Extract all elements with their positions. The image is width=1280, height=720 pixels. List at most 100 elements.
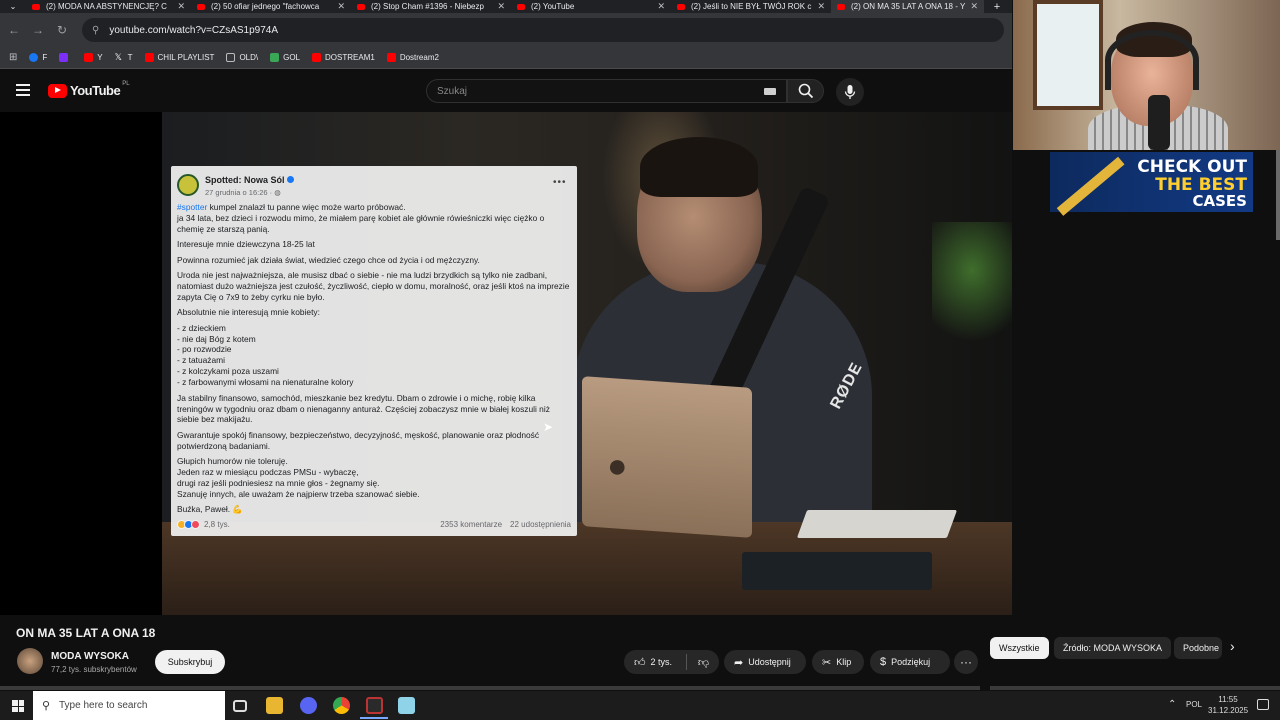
facebook-post-screenshot: Spotted: Nowa Sól 27 grudnia o 16:26 · ◍… (171, 166, 577, 536)
more-actions-button[interactable]: ··· (954, 650, 978, 674)
new-tab-button[interactable]: + (984, 0, 1010, 13)
close-icon[interactable]: ✕ (173, 1, 185, 12)
super-thanks-icon: $ (880, 656, 887, 668)
thanks-button[interactable]: $ Podziękuj (870, 650, 950, 674)
apple-logo-icon: ● (607, 447, 628, 485)
mouse-cursor-icon: ➤ (543, 420, 554, 434)
file-explorer-icon[interactable] (266, 697, 283, 714)
page-avatar (177, 174, 199, 196)
url-field[interactable]: ⚲ youtube.com/watch?v=CZsAS1p974A (82, 18, 1004, 42)
site-info-icon[interactable]: ⚲ (92, 25, 99, 36)
language-indicator[interactable]: POL (1186, 700, 1202, 709)
microphone-image (1148, 95, 1170, 150)
chevron-up-icon[interactable]: ⌃ (1168, 699, 1176, 710)
taskbar-search-input[interactable]: ⚲ Type here to search (33, 691, 225, 720)
channel-avatar[interactable] (17, 648, 43, 674)
page-scrollbar[interactable] (1276, 150, 1280, 240)
close-icon[interactable]: ✕ (333, 1, 345, 12)
chrome-icon[interactable] (333, 697, 350, 714)
youtube-play-icon (48, 83, 67, 98)
channel-name[interactable]: MODA WYSOKA (51, 651, 129, 662)
active-app-indicator (360, 717, 388, 719)
clock[interactable]: 11:55 31.12.2025 (1208, 694, 1248, 716)
youtube-favicon-icon (837, 3, 845, 10)
youtube-favicon-icon (357, 3, 365, 10)
thumbs-up-icon: 👍︎ (634, 656, 646, 669)
task-view-icon[interactable] (233, 700, 247, 712)
bookmark-item[interactable]: 𝕏T (114, 52, 133, 63)
search-button[interactable] (787, 79, 824, 103)
bookmark-item[interactable]: Y (84, 53, 103, 62)
horizontal-scrollbar[interactable] (990, 686, 1280, 690)
browser-tab[interactable]: (2) Stop Cham #1396 - Niebezp ✕ (351, 0, 511, 13)
youtube-icon (386, 53, 396, 62)
close-icon[interactable]: ✕ (813, 1, 825, 12)
like-button[interactable]: 👍︎ 2 tys. 👎︎ (624, 650, 719, 674)
close-icon[interactable]: ✕ (966, 1, 978, 12)
youtube-icon (312, 53, 322, 62)
youtube-logo[interactable]: YouTube PL (48, 81, 130, 98)
bookmark-item[interactable] (59, 53, 72, 62)
apps-grid-icon[interactable]: ⊞ (9, 52, 17, 63)
tab-search-menu[interactable]: ⌄ (0, 0, 26, 13)
horizontal-scrollbar[interactable] (0, 686, 980, 690)
sponsor-banner: CHECK OUT THE BEST CASES (1050, 152, 1253, 216)
bookmark-folder[interactable]: OLD\ (226, 53, 258, 62)
notepad-icon[interactable] (398, 697, 415, 714)
like-divider (686, 654, 687, 670)
chip-similar[interactable]: Podobne (1174, 637, 1222, 659)
x-icon: 𝕏 (114, 52, 122, 62)
obs-icon[interactable] (366, 697, 383, 714)
browser-tab[interactable]: (2) MODA NA ABSTYNENCJĘ? C ✕ (26, 0, 191, 13)
thumbs-down-icon[interactable]: 👎︎ (698, 656, 709, 669)
bookmarks-bar: ⊞ F Y 𝕏T CHIL PLAYLIST OLD\ GOL DOSTREAM… (0, 47, 1012, 69)
forward-arrow-icon[interactable]: → (26, 23, 50, 37)
microphone-icon (844, 85, 856, 99)
browser-tab[interactable]: (2) 50 ofiar jednego "fachowca ✕ (191, 0, 351, 13)
close-icon[interactable]: ✕ (493, 1, 505, 12)
gol-icon (270, 53, 280, 62)
subscribe-button[interactable]: Subskrybuj (155, 650, 225, 674)
browser-tab[interactable]: (2) Jeśli to NIE BYŁ TWÓJ ROK c ✕ (671, 0, 831, 13)
menu-icon[interactable] (16, 84, 30, 96)
folder-icon (226, 53, 236, 62)
reload-icon[interactable]: ↻ (50, 23, 74, 37)
love-reaction-icon (191, 520, 200, 529)
youtube-favicon-icon (677, 3, 685, 10)
voice-search-button[interactable] (836, 78, 864, 106)
globe-icon: ◍ (274, 188, 281, 197)
search-input[interactable]: Szukaj (426, 79, 787, 103)
close-icon[interactable]: ✕ (653, 1, 665, 12)
bookmark-item[interactable]: Dostream2 (386, 53, 439, 62)
keyboard-icon[interactable] (764, 88, 776, 95)
streamer-webcam (1013, 0, 1280, 150)
address-bar-row: ← → ↻ ⚲ youtube.com/watch?v=CZsAS1p974A (0, 13, 1012, 47)
share-arrow-icon: ➦ (734, 656, 744, 669)
verified-badge-icon (287, 176, 294, 183)
chevron-right-icon[interactable]: › (1230, 638, 1235, 654)
browser-tab[interactable]: (2) YouTube ✕ (511, 0, 671, 13)
windows-start-icon[interactable] (12, 700, 24, 712)
chevron-down-icon: ⌄ (9, 2, 17, 11)
more-options-icon: ••• (553, 177, 567, 188)
bookmark-item[interactable]: DOSTREAM1 (312, 53, 375, 62)
video-title: ON MA 35 LAT A ONA 18 (16, 626, 156, 640)
plant-image (932, 222, 1012, 342)
bookmark-item[interactable]: CHIL PLAYLIST (144, 53, 214, 62)
chip-source[interactable]: Źródło: MODA WYSOKA (1054, 637, 1172, 659)
browser-tab-active[interactable]: (2) ON MA 35 LAT A ONA 18 - Y ✕ (831, 0, 984, 13)
youtube-favicon-icon (517, 3, 525, 10)
subscriber-count: 77,2 tys. subskrybentów (51, 665, 137, 674)
notification-icon[interactable] (1257, 699, 1269, 710)
search-icon: ⚲ (42, 700, 51, 712)
back-arrow-icon[interactable]: ← (2, 23, 26, 37)
bookmark-item[interactable]: GOL (270, 53, 300, 62)
chip-all[interactable]: Wszystkie (990, 637, 1049, 659)
bookmark-item[interactable]: F (29, 53, 47, 62)
share-button[interactable]: ➦ Udostępnij (724, 650, 806, 674)
clip-button[interactable]: ✂ Klip (812, 650, 864, 674)
discord-icon[interactable] (300, 697, 317, 714)
knife-icon (1056, 156, 1125, 216)
post-footer: 2,8 tys. 2353 komentarze 22 udostępnieni… (177, 520, 571, 529)
youtube-favicon-icon (32, 3, 40, 10)
